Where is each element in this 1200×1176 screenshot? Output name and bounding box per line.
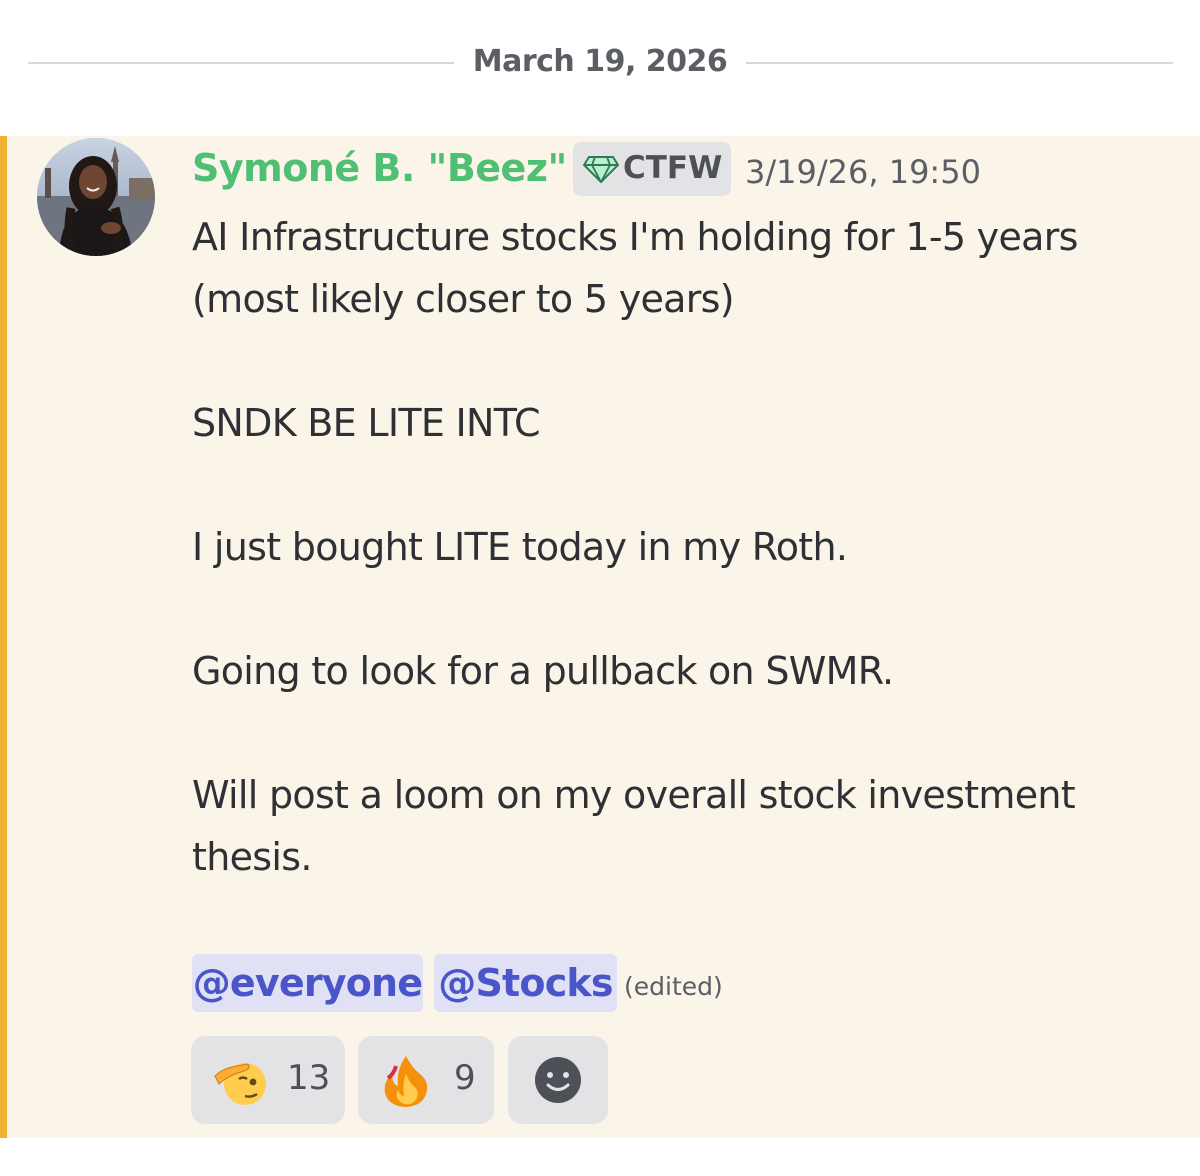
gem-icon — [583, 156, 619, 183]
message-line: AI Infrastructure stocks I'm holding for… — [192, 215, 1078, 259]
reaction-count: 13 — [287, 1058, 331, 1098]
message-line: thesis. — [192, 835, 312, 879]
date-divider: March 19, 2026 — [28, 40, 1173, 86]
mentions-row: @everyone @Stocks (edited) — [192, 954, 1182, 1014]
date-label: March 19, 2026 — [472, 44, 728, 79]
mention-everyone[interactable]: @everyone — [192, 954, 423, 1012]
message-line: (most likely closer to 5 years) — [192, 277, 735, 321]
message[interactable]: Symoné B. "Beez" CTFW 3/19/26, 19:50 AI … — [0, 136, 1200, 1138]
add-reaction-button[interactable] — [508, 1036, 608, 1124]
add-reaction-icon — [535, 1057, 581, 1103]
reactions-bar: 13 9 — [191, 1036, 1181, 1126]
reaction-count: 9 — [454, 1058, 476, 1098]
chat-view: March 19, 2026 Symoné B. "Beez" CTFW 3/1… — [0, 0, 1200, 1176]
reaction-salute[interactable]: 13 — [191, 1036, 345, 1124]
message-header: Symoné B. "Beez" CTFW 3/19/26, 19:50 — [192, 142, 1182, 206]
avatar[interactable] — [37, 138, 155, 256]
message-content: AI Infrastructure stocks I'm holding for… — [192, 206, 1182, 888]
message-line: Going to look for a pullback on SWMR. — [192, 649, 894, 693]
saluting-face-icon — [214, 1063, 266, 1105]
message-line: Will post a loom on my overall stock inv… — [192, 773, 1076, 817]
edited-label: (edited) — [624, 972, 723, 1001]
fire-icon — [384, 1056, 428, 1107]
role-tag[interactable]: CTFW — [573, 142, 731, 196]
mention-highlight-bar — [0, 136, 7, 1138]
message-line: I just bought LITE today in my Roth. — [192, 525, 848, 569]
divider-line-right — [746, 62, 1173, 64]
reaction-fire[interactable]: 9 — [358, 1036, 494, 1124]
message-line: SNDK BE LITE INTC — [192, 401, 541, 445]
message-timestamp[interactable]: 3/19/26, 19:50 — [745, 153, 981, 191]
divider-line-left — [28, 62, 454, 64]
mention-stocks-role[interactable]: @Stocks — [434, 954, 617, 1012]
role-tag-label: CTFW — [623, 150, 723, 186]
author-name[interactable]: Symoné B. "Beez" — [192, 146, 567, 190]
